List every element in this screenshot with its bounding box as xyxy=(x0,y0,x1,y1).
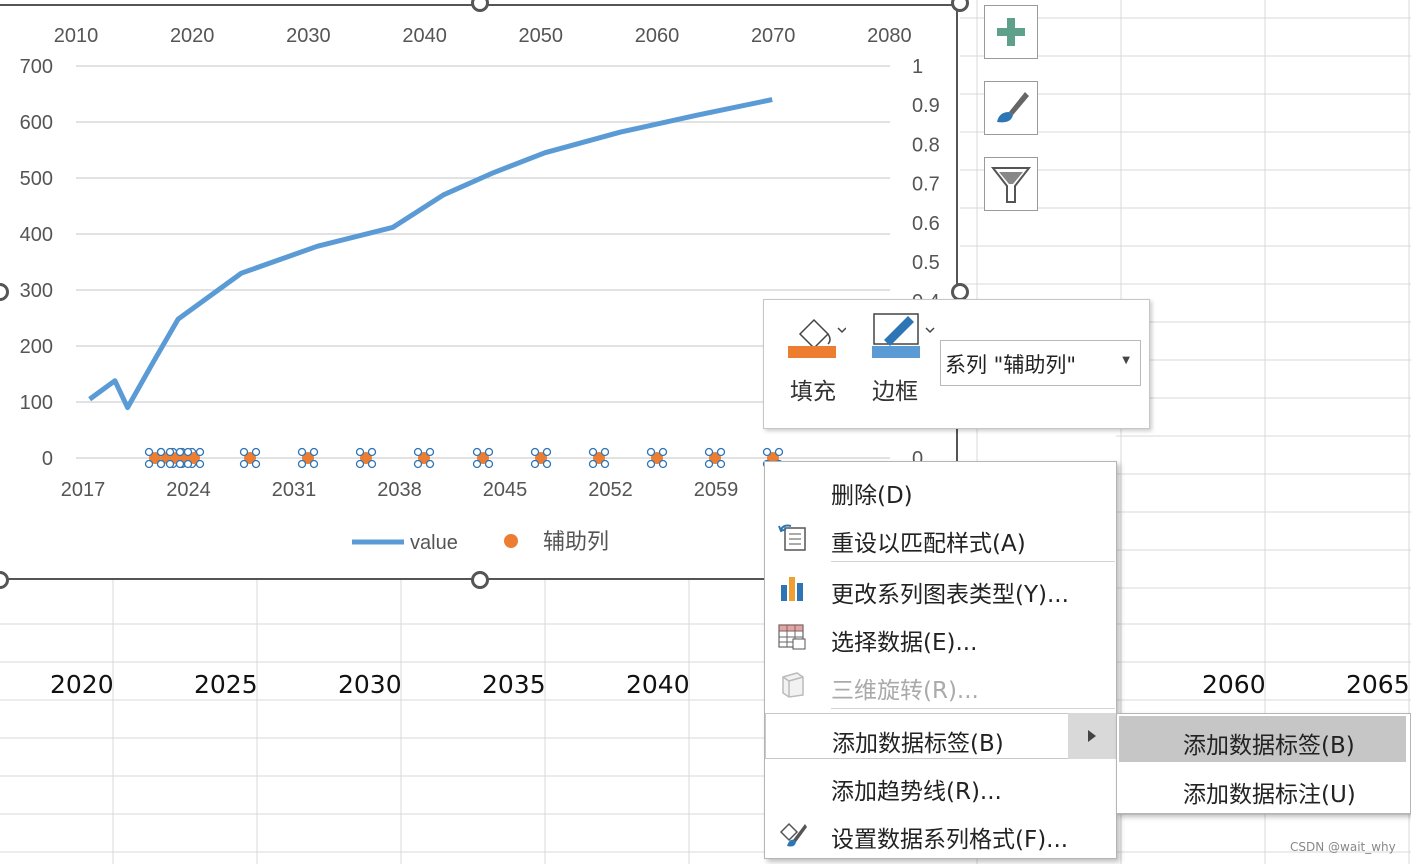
menu-item-add-trendline[interactable]: 添加趋势线(R)... xyxy=(765,762,1116,808)
menu-item-label: 添加数据标签(B) xyxy=(832,731,1004,757)
menu-item-label: 删除(D) xyxy=(831,483,913,509)
menu-item-label: 设置数据系列格式(F)... xyxy=(831,827,1069,853)
dropdown-arrow-icon: ▼ xyxy=(1122,355,1130,366)
menu-item-change-chart-type[interactable]: 更改系列图表类型(Y)... xyxy=(765,565,1116,611)
sheet-cell-2035[interactable]: 2035 xyxy=(482,670,546,699)
resize-handle-bottom[interactable] xyxy=(471,571,489,589)
paint-bucket-icon xyxy=(788,318,847,358)
chart-type-icon xyxy=(781,577,803,601)
paintbrush-icon xyxy=(997,92,1029,123)
submenu-item-label: 添加数据标签(B) xyxy=(1183,733,1355,759)
menu-item-3d-rotation[interactable]: 三维旋转(R)... xyxy=(765,661,1116,707)
menu-separator xyxy=(831,708,1115,709)
submenu-arrow-area xyxy=(1068,713,1116,759)
chart-filters-button[interactable] xyxy=(984,157,1038,211)
plus-icon xyxy=(997,18,1025,46)
pen-icon xyxy=(872,313,935,358)
menu-item-format-series[interactable]: 设置数据系列格式(F)... xyxy=(765,810,1116,856)
submenu-item-add-data-callouts[interactable]: 添加数据标注(U) xyxy=(1119,765,1406,811)
sheet-cell-2020[interactable]: 2020 xyxy=(50,670,114,699)
sheet-cell-2025[interactable]: 2025 xyxy=(194,670,258,699)
series-select[interactable]: 系列 "辅助列" ▼ xyxy=(940,340,1141,386)
submenu-item-label: 添加数据标注(U) xyxy=(1183,782,1356,808)
menu-item-label: 更改系列图表类型(Y)... xyxy=(831,582,1069,608)
chart-elements-button[interactable] xyxy=(984,5,1038,59)
sheet-cell-2060[interactable]: 2060 xyxy=(1202,670,1266,699)
3d-rotate-icon xyxy=(782,672,804,698)
sheet-cell-2040[interactable]: 2040 xyxy=(626,670,690,699)
sheet-cell-2030[interactable]: 2030 xyxy=(338,670,402,699)
data-labels-submenu: 添加数据标签(B) 添加数据标注(U) xyxy=(1116,713,1411,814)
submenu-item-add-data-labels[interactable]: 添加数据标签(B) xyxy=(1119,716,1406,762)
format-series-icon xyxy=(779,822,807,847)
menu-separator xyxy=(831,561,1115,562)
format-mini-toolbar: 填充 边框 系列 "辅助列" ▼ xyxy=(763,299,1150,429)
menu-item-reset-style[interactable]: 重设以匹配样式(A) xyxy=(765,514,1116,560)
reset-style-icon xyxy=(778,524,806,551)
menu-item-select-data[interactable]: 选择数据(E)... xyxy=(765,613,1116,659)
border-label: 边框 xyxy=(872,379,918,405)
sheet-cell-2065[interactable]: 2065 xyxy=(1346,670,1410,699)
series-select-value: 系列 "辅助列" xyxy=(945,353,1076,377)
select-data-icon xyxy=(778,624,806,650)
caret-right-icon xyxy=(1088,730,1096,742)
fill-button[interactable]: 填充 xyxy=(786,310,847,405)
chart-styles-button[interactable] xyxy=(984,81,1038,135)
menu-item-label: 重设以匹配样式(A) xyxy=(831,531,1026,557)
menu-item-add-data-labels[interactable]: 添加数据标签(B) xyxy=(765,713,1116,759)
menu-item-label: 选择数据(E)... xyxy=(831,630,978,656)
menu-item-label: 三维旋转(R)... xyxy=(831,678,979,704)
border-button[interactable]: 边框 xyxy=(870,310,936,405)
menu-item-delete[interactable]: 删除(D) xyxy=(765,466,1116,512)
filter-icon xyxy=(990,167,1032,203)
menu-item-label: 添加趋势线(R)... xyxy=(831,779,1002,805)
fill-label: 填充 xyxy=(790,379,836,405)
watermark: CSDN @wait_why xyxy=(1290,840,1396,854)
context-menu: 删除(D) 重设以匹配样式(A) 更改系列图表类型(Y)... 选择数据(E).… xyxy=(764,461,1117,859)
